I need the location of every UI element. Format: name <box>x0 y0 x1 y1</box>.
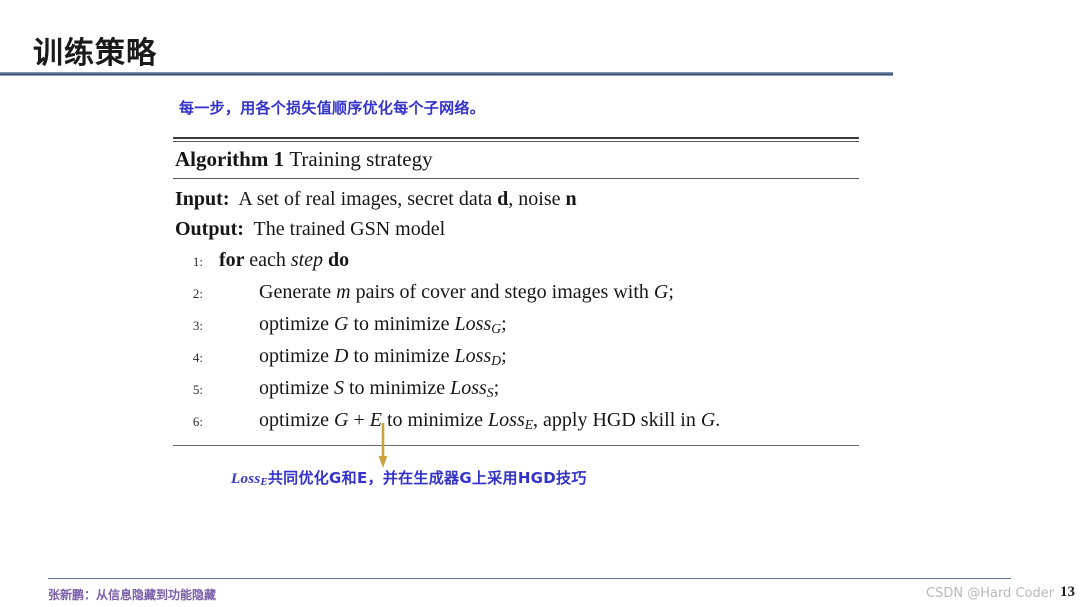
footer-divider <box>48 578 1011 580</box>
algorithm-step-number: 6: <box>192 414 203 429</box>
algorithm-step-row: 4: optimize D to minimize LossD; <box>173 341 859 373</box>
input-text-a: A set of real images, secret data <box>238 188 498 210</box>
algorithm-bottom-rule <box>173 445 859 446</box>
algorithm-name: Training strategy <box>289 147 433 171</box>
algorithm-steps-list: 1: for each step do 2: Generate m pairs of … <box>173 245 859 439</box>
algorithm-input-line: Input: A set of real images, secret data… <box>175 184 859 214</box>
caption-bottom-annotation: LossE共同优化G和E，并在生成器G上采用HGD技巧 <box>231 467 587 488</box>
caption-bottom-text: 共同优化G和E，并在生成器G上采用HGD技巧 <box>267 469 587 487</box>
output-text: The trained GSN model <box>253 218 446 240</box>
algorithm-step-row: 2: Generate m pairs of cover and stego im… <box>173 277 859 309</box>
output-label: Output: <box>175 218 244 240</box>
algorithm-step-number: 3: <box>192 318 203 333</box>
algorithm-step-number: 2: <box>192 286 203 301</box>
watermark-text: CSDN @Hard Coder <box>926 586 1055 601</box>
input-symbol-n: n <box>565 188 577 210</box>
title-underline-rule <box>0 72 893 76</box>
input-text-b: , noise <box>508 188 566 210</box>
algorithm-step-row: 5: optimize S to minimize LossS; <box>173 373 859 405</box>
algorithm-step-text: optimize D to minimize LossD; <box>259 345 507 368</box>
algorithm-step-number: 1: <box>192 254 203 269</box>
algorithm-output-line: Output: The trained GSN model <box>175 214 859 244</box>
algorithm-header: Algorithm 1 Training strategy <box>173 142 859 178</box>
algorithm-top-rule <box>173 137 859 139</box>
algorithm-block: Algorithm 1 Training strategy Input: A s… <box>173 137 859 446</box>
algorithm-step-text: for each step do <box>219 249 350 271</box>
algorithm-io-block: Input: A set of real images, secret data… <box>173 179 859 245</box>
caption-loss-symbol: LossE <box>231 471 268 489</box>
algorithm-step-row: 3: optimize G to minimize LossG; <box>173 309 859 341</box>
algorithm-label: Algorithm 1 <box>175 147 285 171</box>
page-title: 训练策略 <box>33 37 157 70</box>
algorithm-step-number: 5: <box>192 382 203 397</box>
footer-author-text: 张新鹏：从信息隐藏到功能隐藏 <box>48 588 217 602</box>
algorithm-step-row: 6: optimize G + E to minimize LossE, appl… <box>173 405 859 437</box>
algorithm-step-number: 4: <box>192 350 203 365</box>
algorithm-step-text: Generate m pairs of cover and stego imag… <box>259 281 674 303</box>
input-symbol-d: d <box>497 188 509 210</box>
down-arrow-icon <box>377 423 389 468</box>
caption-top-annotation: 每一步，用各个损失值顺序优化每个子网络。 <box>179 99 486 117</box>
algorithm-step-text: optimize G to minimize LossG; <box>259 313 507 336</box>
slide-page-number: 13 <box>1060 584 1075 600</box>
algorithm-step-text: optimize S to minimize LossS; <box>259 377 500 400</box>
input-label: Input: <box>175 188 230 210</box>
algorithm-step-text: optimize G + E to minimize LossE, apply … <box>259 409 721 432</box>
algorithm-step-row: 1: for each step do <box>173 245 859 277</box>
